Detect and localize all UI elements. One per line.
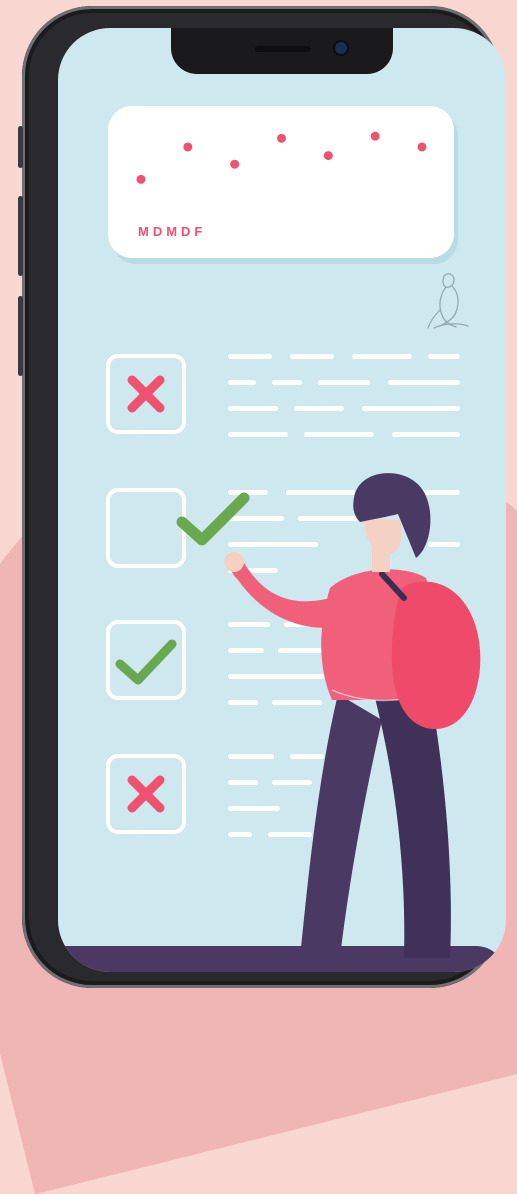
- text-line: [392, 432, 460, 437]
- text-line: [228, 406, 278, 411]
- text-line: [228, 354, 272, 359]
- volume-down-button: [18, 296, 23, 376]
- line-art-woman-icon: [427, 273, 469, 329]
- front-camera: [335, 42, 347, 54]
- text-line: [318, 380, 370, 385]
- woman-illustration: [176, 473, 481, 958]
- chart-dot: [417, 142, 427, 152]
- speaker-grille: [255, 46, 311, 52]
- chart-dot: [323, 151, 333, 161]
- text-line: [272, 380, 302, 385]
- volume-up-button: [18, 196, 23, 276]
- text-line: [228, 432, 288, 437]
- chart-dot: [136, 174, 146, 184]
- checkbox-1[interactable]: [106, 354, 186, 434]
- text-line: [294, 406, 344, 411]
- chart-dot: [230, 159, 240, 169]
- text-line: [352, 354, 412, 359]
- text-line: [428, 354, 460, 359]
- card-label: MDMDF: [138, 224, 207, 239]
- text-line: [228, 380, 256, 385]
- dot-chart-card: MDMDF: [108, 106, 454, 258]
- text-line: [290, 354, 334, 359]
- drawn-check-icon: [176, 492, 250, 546]
- text-line: [362, 406, 460, 411]
- text-line: [304, 432, 374, 437]
- mute-switch: [18, 126, 23, 168]
- phone-notch: [171, 28, 393, 74]
- chart-dot: [370, 131, 380, 141]
- text-line: [388, 380, 460, 385]
- chart-dot: [183, 142, 193, 152]
- phone-frame: MDMDF: [18, 6, 506, 988]
- cross-icon: [127, 375, 165, 413]
- phone-screen: MDMDF: [58, 28, 506, 972]
- chart-dot: [277, 133, 286, 143]
- dot-chart: [136, 131, 427, 184]
